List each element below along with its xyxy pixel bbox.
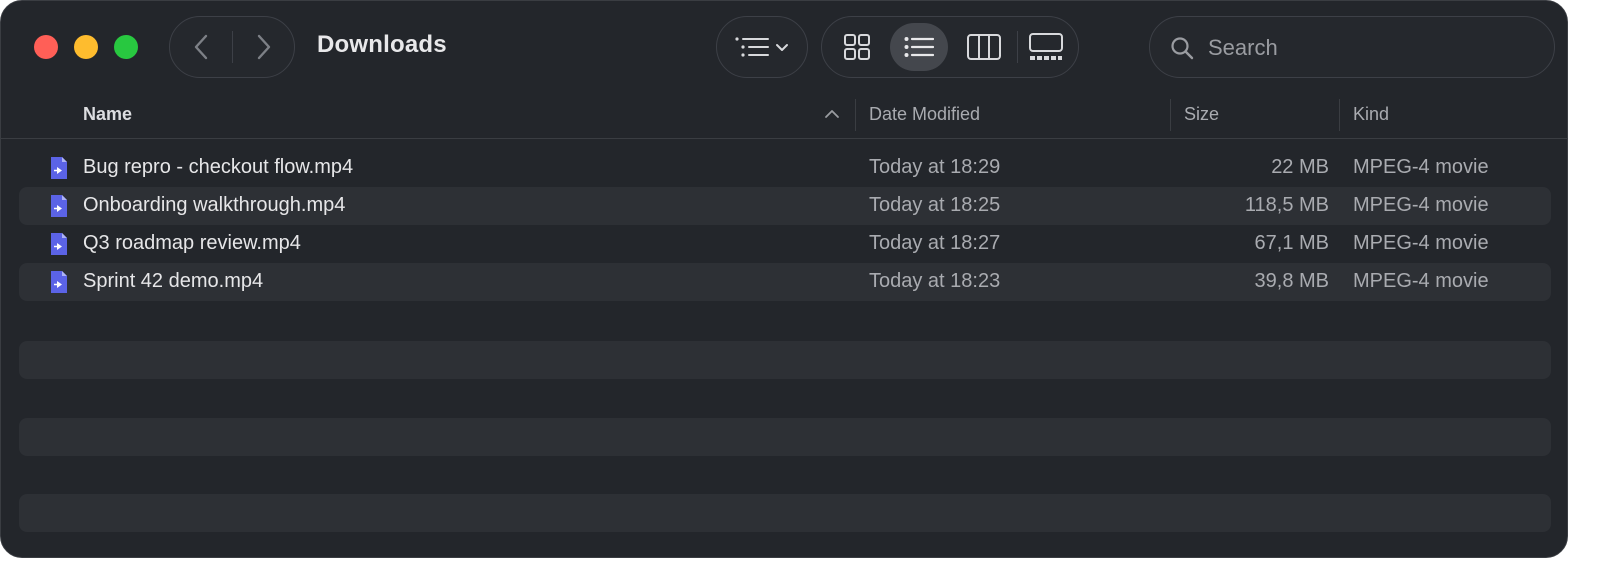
movie-file-icon (51, 157, 67, 179)
back-button[interactable] (170, 17, 232, 77)
minimize-button[interactable] (74, 35, 98, 59)
file-name: Bug repro - checkout flow.mp4 (83, 156, 354, 178)
file-name: Onboarding walkthrough.mp4 (83, 194, 346, 216)
column-divider[interactable] (1339, 99, 1340, 131)
column-kind-header[interactable]: Kind (1353, 104, 1389, 125)
navigation-group (169, 16, 295, 78)
movie-file-icon (51, 195, 67, 217)
search-input[interactable] (1206, 31, 1540, 65)
window-title: Downloads (317, 31, 447, 58)
column-divider[interactable] (855, 99, 856, 131)
column-divider[interactable] (1170, 99, 1171, 131)
forward-button[interactable] (233, 17, 295, 77)
toolbar: Downloads (1, 1, 1567, 93)
column-view-button[interactable] (955, 23, 1013, 71)
file-row[interactable]: Q3 roadmap review.mp4 Today at 18:27 67,… (19, 225, 1551, 263)
list-view-button[interactable] (890, 23, 948, 71)
file-date: Today at 18:29 (869, 156, 1001, 178)
file-kind: MPEG-4 movie (1353, 232, 1489, 254)
sort-ascending-icon[interactable] (823, 108, 841, 120)
gallery-view-button[interactable] (1017, 23, 1075, 71)
file-row[interactable]: Bug repro - checkout flow.mp4 Today at 1… (19, 149, 1551, 187)
movie-file-icon (51, 233, 67, 255)
file-date: Today at 18:25 (869, 194, 1001, 216)
column-header: Name Date Modified Size Kind (1, 93, 1567, 139)
column-name-header[interactable]: Name (83, 104, 132, 125)
file-kind: MPEG-4 movie (1353, 270, 1489, 292)
file-name: Q3 roadmap review.mp4 (83, 232, 301, 254)
file-row[interactable]: Sprint 42 demo.mp4 Today at 18:23 39,8 M… (19, 263, 1551, 301)
search-icon (1171, 37, 1194, 60)
gallery-view-icon (1029, 33, 1063, 60)
view-mode-group (821, 16, 1079, 78)
column-size-header[interactable]: Size (1184, 104, 1219, 125)
column-view-icon (967, 34, 1001, 60)
file-kind: MPEG-4 movie (1353, 156, 1489, 178)
chevron-left-icon (194, 34, 208, 60)
empty-row-stripe (19, 418, 1551, 456)
search-field[interactable] (1149, 16, 1555, 78)
column-date-header[interactable]: Date Modified (869, 104, 980, 125)
empty-row-stripe (19, 341, 1551, 379)
list-sort-icon (735, 37, 788, 57)
close-button[interactable] (34, 35, 58, 59)
icon-view-icon (844, 34, 870, 60)
file-size: 22 MB (1271, 156, 1329, 178)
file-size: 118,5 MB (1244, 194, 1329, 216)
icon-view-button[interactable] (828, 23, 886, 71)
file-date: Today at 18:27 (869, 232, 1001, 254)
group-sort-button[interactable] (716, 16, 808, 78)
movie-file-icon (51, 271, 67, 293)
file-kind: MPEG-4 movie (1353, 194, 1489, 216)
empty-row-stripe (19, 494, 1551, 532)
file-size: 67,1 MB (1254, 232, 1329, 254)
list-view-icon (904, 37, 934, 57)
chevron-right-icon (257, 34, 271, 60)
file-date: Today at 18:23 (869, 270, 1001, 292)
file-name: Sprint 42 demo.mp4 (83, 270, 264, 292)
finder-window: Downloads Search Name Date Modified Size… (0, 0, 1568, 558)
file-row[interactable]: Onboarding walkthrough.mp4 Today at 18:2… (19, 187, 1551, 225)
file-size: 39,8 MB (1254, 270, 1329, 292)
zoom-button[interactable] (114, 35, 138, 59)
